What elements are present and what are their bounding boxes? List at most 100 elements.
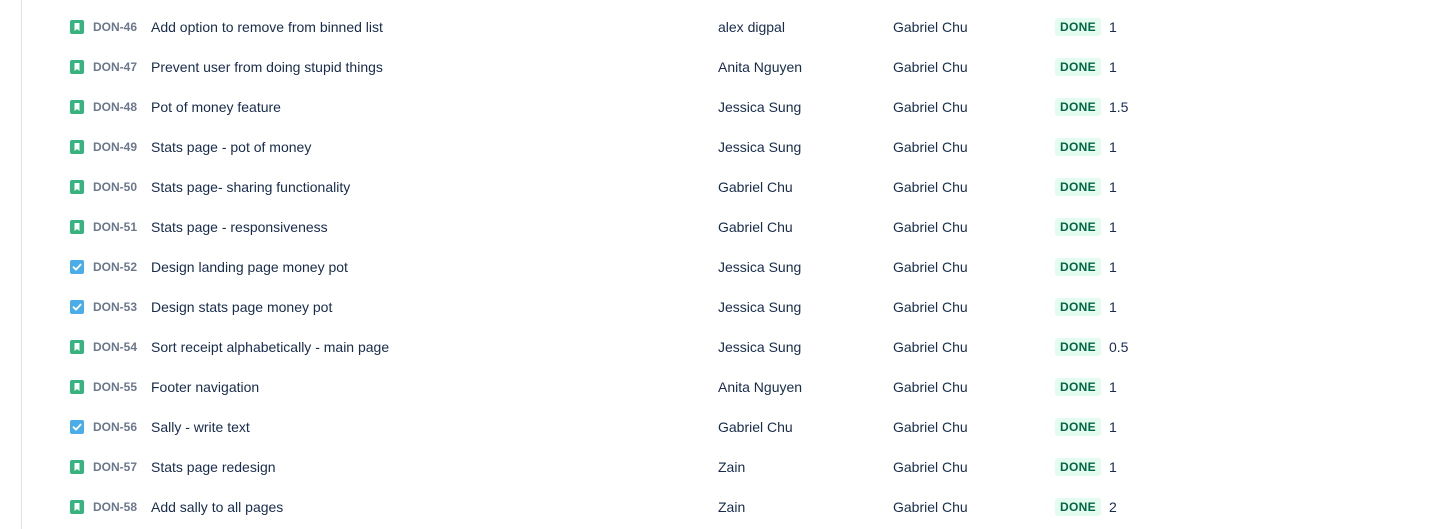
issue-key[interactable]: DON-48 bbox=[93, 87, 137, 127]
issue-summary[interactable]: Design landing page money pot bbox=[151, 247, 348, 287]
issue-summary[interactable]: Prevent user from doing stupid things bbox=[151, 47, 383, 87]
status-badge[interactable]: DONE bbox=[1055, 458, 1101, 476]
checkbox-icon bbox=[70, 300, 84, 314]
bookmark-icon bbox=[70, 140, 84, 154]
issue-row[interactable]: DON-57 Stats page redesign Zain Gabriel … bbox=[0, 447, 1440, 487]
issue-key[interactable]: DON-58 bbox=[93, 487, 137, 527]
issue-reporter: Gabriel Chu bbox=[893, 219, 968, 235]
issue-assignee: Jessica Sung bbox=[718, 339, 802, 355]
issue-summary[interactable]: Add sally to all pages bbox=[151, 487, 283, 527]
issue-assignee: Zain bbox=[718, 459, 746, 475]
issue-row[interactable]: DON-49 Stats page - pot of money Jessica… bbox=[0, 127, 1440, 167]
status-badge[interactable]: DONE bbox=[1055, 418, 1101, 436]
issue-summary[interactable]: Add option to remove from binned list bbox=[151, 7, 383, 47]
issue-row[interactable]: DON-58 Add sally to all pages Zain Gabri… bbox=[0, 487, 1440, 527]
status-badge[interactable]: DONE bbox=[1055, 258, 1101, 276]
status-badge[interactable]: DONE bbox=[1055, 18, 1101, 36]
issue-reporter: Gabriel Chu bbox=[893, 459, 968, 475]
issue-row[interactable]: DON-52 Design landing page money pot Jes… bbox=[0, 247, 1440, 287]
issue-row[interactable]: DON-54 Sort receipt alphabetically - mai… bbox=[0, 327, 1440, 367]
issue-row[interactable]: DON-51 Stats page - responsiveness Gabri… bbox=[0, 207, 1440, 247]
issue-row[interactable]: DON-47 Prevent user from doing stupid th… bbox=[0, 47, 1440, 87]
story-points: 1 bbox=[1109, 219, 1117, 235]
story-points: 1 bbox=[1109, 459, 1117, 475]
issue-row[interactable]: DON-48 Pot of money feature Jessica Sung… bbox=[0, 87, 1440, 127]
story-points: 1 bbox=[1109, 179, 1117, 195]
bookmark-icon bbox=[70, 380, 84, 394]
issue-summary[interactable]: Stats page - responsiveness bbox=[151, 207, 328, 247]
bookmark-icon bbox=[70, 100, 84, 114]
status-badge[interactable]: DONE bbox=[1055, 338, 1101, 356]
issue-row[interactable]: DON-56 Sally - write text Gabriel Chu Ga… bbox=[0, 407, 1440, 447]
issue-key[interactable]: DON-55 bbox=[93, 367, 137, 407]
checkbox-icon bbox=[70, 260, 84, 274]
issue-key[interactable]: DON-46 bbox=[93, 7, 137, 47]
bookmark-icon bbox=[70, 180, 84, 194]
story-points: 1 bbox=[1109, 139, 1117, 155]
issue-summary[interactable]: Footer navigation bbox=[151, 367, 259, 407]
issue-reporter: Gabriel Chu bbox=[893, 139, 968, 155]
issue-reporter: Gabriel Chu bbox=[893, 179, 968, 195]
issue-reporter: Gabriel Chu bbox=[893, 299, 968, 315]
issue-key[interactable]: DON-56 bbox=[93, 407, 137, 447]
issue-summary[interactable]: Stats page redesign bbox=[151, 447, 276, 487]
issue-table: DON-46 Add option to remove from binned … bbox=[0, 7, 1440, 527]
issue-summary[interactable]: Sort receipt alphabetically - main page bbox=[151, 327, 389, 367]
issue-reporter: Gabriel Chu bbox=[893, 99, 968, 115]
issue-key[interactable]: DON-50 bbox=[93, 167, 137, 207]
issue-reporter: Gabriel Chu bbox=[893, 499, 968, 515]
status-badge[interactable]: DONE bbox=[1055, 298, 1101, 316]
bookmark-icon bbox=[70, 340, 84, 354]
issue-summary[interactable]: Stats page- sharing functionality bbox=[151, 167, 350, 207]
status-badge[interactable]: DONE bbox=[1055, 378, 1101, 396]
checkbox-icon bbox=[70, 420, 84, 434]
issue-key[interactable]: DON-52 bbox=[93, 247, 137, 287]
issue-assignee: Jessica Sung bbox=[718, 99, 802, 115]
issue-assignee: alex digpal bbox=[718, 19, 785, 35]
issue-assignee: Gabriel Chu bbox=[718, 179, 793, 195]
story-points: 2 bbox=[1109, 499, 1117, 515]
issue-reporter: Gabriel Chu bbox=[893, 379, 968, 395]
issue-key[interactable]: DON-51 bbox=[93, 207, 137, 247]
story-points: 1 bbox=[1109, 19, 1117, 35]
issue-reporter: Gabriel Chu bbox=[893, 59, 968, 75]
status-badge[interactable]: DONE bbox=[1055, 138, 1101, 156]
status-badge[interactable]: DONE bbox=[1055, 178, 1101, 196]
issue-key[interactable]: DON-54 bbox=[93, 327, 137, 367]
status-badge[interactable]: DONE bbox=[1055, 98, 1101, 116]
issue-summary[interactable]: Pot of money feature bbox=[151, 87, 281, 127]
story-points: 1 bbox=[1109, 59, 1117, 75]
issue-summary[interactable]: Design stats page money pot bbox=[151, 287, 332, 327]
issue-key[interactable]: DON-57 bbox=[93, 447, 137, 487]
bookmark-icon bbox=[70, 60, 84, 74]
story-points: 1.5 bbox=[1109, 99, 1129, 115]
issue-assignee: Jessica Sung bbox=[718, 139, 802, 155]
issue-assignee: Anita Nguyen bbox=[718, 59, 803, 75]
issue-assignee: Gabriel Chu bbox=[718, 419, 793, 435]
issue-assignee: Jessica Sung bbox=[718, 259, 802, 275]
status-badge[interactable]: DONE bbox=[1055, 58, 1101, 76]
story-points: 1 bbox=[1109, 419, 1117, 435]
status-badge[interactable]: DONE bbox=[1055, 218, 1101, 236]
issue-row[interactable]: DON-46 Add option to remove from binned … bbox=[0, 7, 1440, 47]
issue-row[interactable]: DON-50 Stats page- sharing functionality… bbox=[0, 167, 1440, 207]
status-badge[interactable]: DONE bbox=[1055, 498, 1101, 516]
issue-reporter: Gabriel Chu bbox=[893, 19, 968, 35]
bookmark-icon bbox=[70, 500, 84, 514]
issue-reporter: Gabriel Chu bbox=[893, 259, 968, 275]
issue-summary[interactable]: Sally - write text bbox=[151, 407, 250, 447]
issue-row[interactable]: DON-55 Footer navigation Anita Nguyen Ga… bbox=[0, 367, 1440, 407]
issue-reporter: Gabriel Chu bbox=[893, 419, 968, 435]
bookmark-icon bbox=[70, 220, 84, 234]
issue-list-page: DON-46 Add option to remove from binned … bbox=[0, 0, 1440, 529]
issue-assignee: Jessica Sung bbox=[718, 299, 802, 315]
story-points: 1 bbox=[1109, 259, 1117, 275]
bookmark-icon bbox=[70, 20, 84, 34]
issue-summary[interactable]: Stats page - pot of money bbox=[151, 127, 311, 167]
issue-assignee: Zain bbox=[718, 499, 746, 515]
issue-key[interactable]: DON-49 bbox=[93, 127, 137, 167]
issue-key[interactable]: DON-53 bbox=[93, 287, 137, 327]
issue-key[interactable]: DON-47 bbox=[93, 47, 137, 87]
issue-assignee: Anita Nguyen bbox=[718, 379, 803, 395]
issue-row[interactable]: DON-53 Design stats page money pot Jessi… bbox=[0, 287, 1440, 327]
